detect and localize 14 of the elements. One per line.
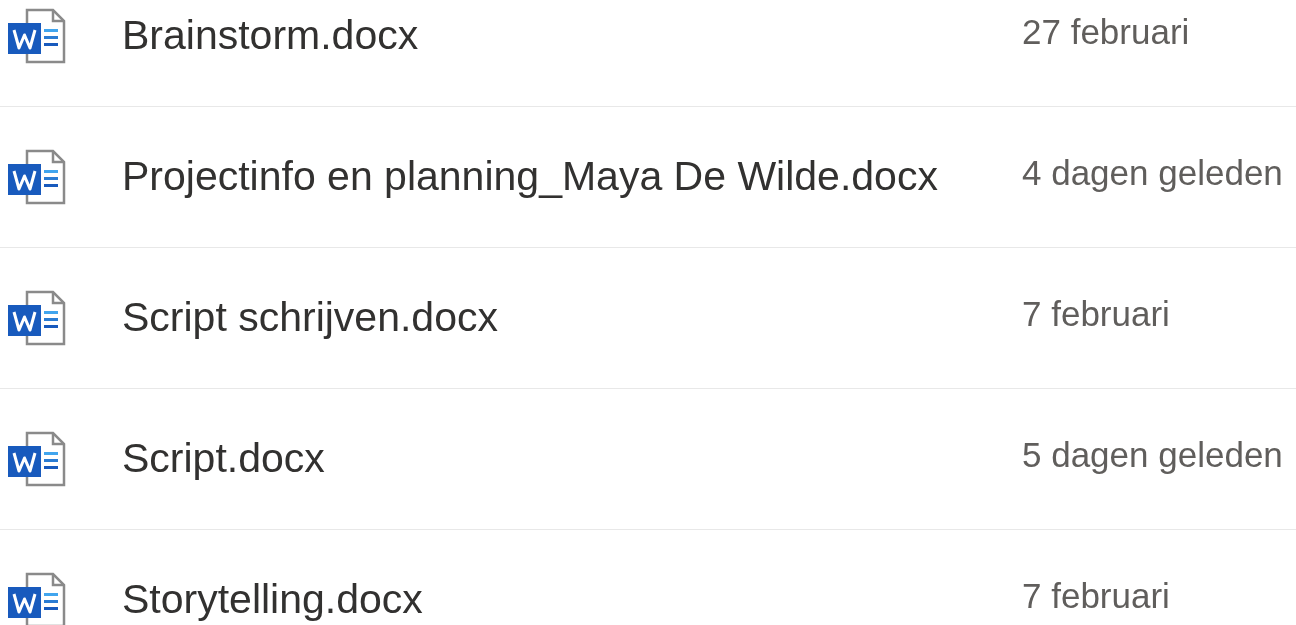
word-document-icon: [8, 149, 66, 205]
word-document-icon: [8, 8, 66, 64]
modified-date: 27 februari: [1022, 12, 1191, 53]
file-name[interactable]: Script.docx: [122, 435, 1022, 483]
word-document-icon: [8, 290, 66, 346]
file-name[interactable]: Projectinfo en planning_Maya De Wilde.docx: [122, 153, 1022, 201]
file-name[interactable]: Script schrijven.docx: [122, 294, 1022, 342]
word-document-icon: [8, 431, 66, 487]
file-name[interactable]: Brainstorm.docx: [122, 12, 1022, 60]
file-name[interactable]: Storytelling.docx: [122, 576, 1022, 624]
modified-date: 7 februari: [1022, 576, 1171, 617]
modified-date: 4 dagen geleden: [1022, 153, 1284, 194]
modified-date: 5 dagen geleden: [1022, 435, 1284, 476]
modified-date: 7 februari: [1022, 294, 1171, 335]
